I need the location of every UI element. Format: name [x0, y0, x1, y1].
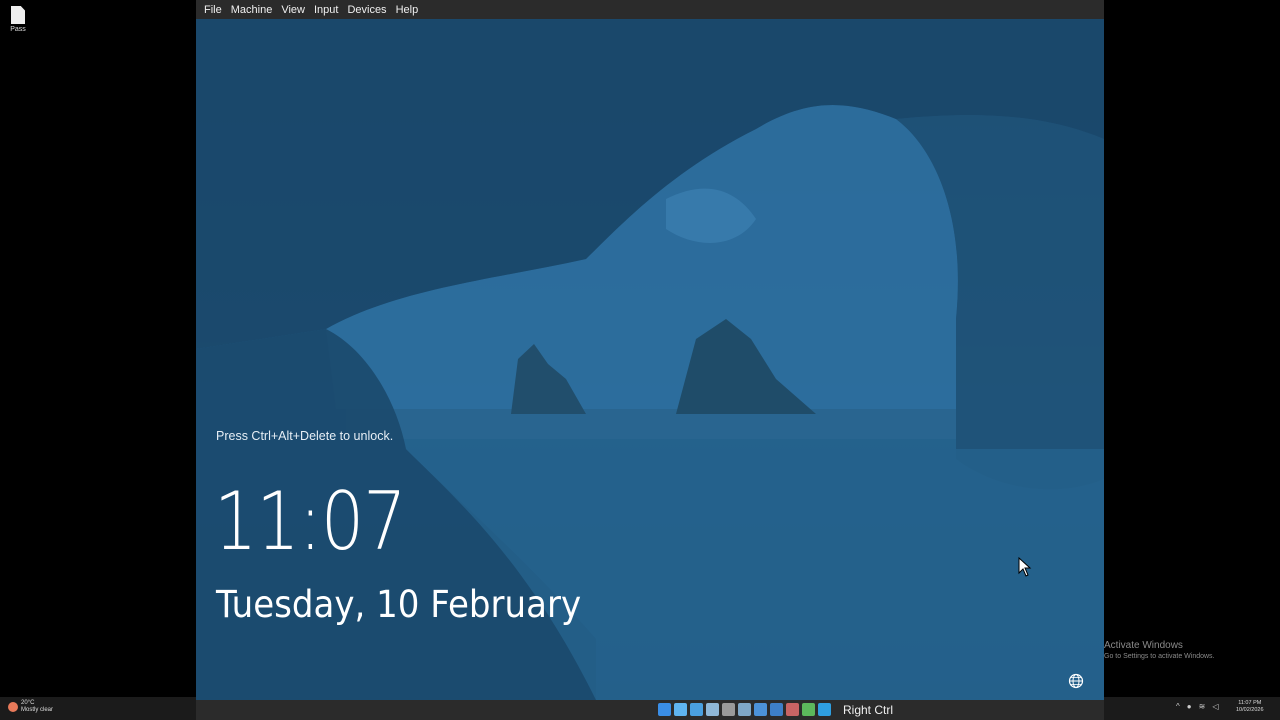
host-key-label: Right Ctrl — [843, 703, 894, 717]
vm-status-icons — [658, 703, 831, 716]
globe-icon[interactable] — [1068, 673, 1084, 689]
menu-input[interactable]: Input — [310, 4, 342, 16]
weather-icon — [8, 702, 18, 712]
host-clock[interactable]: 11:07 PM 10/02/2026 — [1236, 700, 1264, 714]
display-icon[interactable] — [754, 703, 767, 716]
vm-window: File Machine View Input Devices Help Pre… — [196, 0, 1104, 720]
activate-title: Activate Windows — [1104, 640, 1183, 651]
keyboard-icon[interactable] — [818, 703, 831, 716]
weather-desc: Mostly clear — [21, 707, 54, 713]
audio-icon[interactable] — [690, 703, 703, 716]
activate-subtitle: Go to Settings to activate Windows. — [1104, 653, 1215, 660]
lock-date: Tuesday, 10 February — [216, 583, 582, 626]
menu-file[interactable]: File — [200, 4, 226, 16]
clock-date: 10/02/2026 — [1236, 707, 1264, 713]
desktop-icon-label: Pass — [10, 26, 26, 33]
menu-help[interactable]: Help — [392, 4, 423, 16]
recording-icon[interactable] — [770, 703, 783, 716]
microphone-icon[interactable]: ● — [1187, 702, 1192, 711]
activate-windows-watermark: Activate Windows Go to Settings to activ… — [1104, 640, 1215, 660]
weather-widget[interactable]: 20°C Mostly clear — [8, 700, 53, 714]
mouse-pointer-icon — [1018, 557, 1032, 577]
mouse-integration-icon[interactable] — [802, 703, 815, 716]
wifi-icon[interactable]: ≋ — [1199, 702, 1206, 711]
clock-time: 11:07 PM — [1238, 700, 1262, 706]
desktop-file-icon[interactable]: Pass — [4, 4, 32, 33]
chevron-up-icon[interactable]: ^ — [1176, 702, 1180, 711]
usb-icon[interactable] — [722, 703, 735, 716]
weather-temp: 20°C — [21, 700, 35, 706]
shared-folder-icon[interactable] — [738, 703, 751, 716]
unlock-instruction: Press Ctrl+Alt+Delete to unlock. — [216, 429, 394, 443]
optical-drive-icon[interactable] — [674, 703, 687, 716]
file-icon — [11, 6, 25, 24]
vm-menu-bar: File Machine View Input Devices Help — [196, 0, 1104, 19]
lock-screen[interactable]: Press Ctrl+Alt+Delete to unlock. 11:07 T… — [196, 19, 1104, 700]
lock-time: 11:07 — [214, 475, 407, 568]
network-icon[interactable] — [706, 703, 719, 716]
system-tray: ^ ● ≋ ◁ — [1176, 702, 1218, 711]
menu-devices[interactable]: Devices — [343, 4, 390, 16]
volume-icon[interactable]: ◁ — [1212, 702, 1218, 711]
menu-view[interactable]: View — [277, 4, 309, 16]
menu-machine[interactable]: Machine — [227, 4, 277, 16]
cpu-icon[interactable] — [786, 703, 799, 716]
hard-disk-icon[interactable] — [658, 703, 671, 716]
vm-status-bar — [196, 700, 1104, 720]
